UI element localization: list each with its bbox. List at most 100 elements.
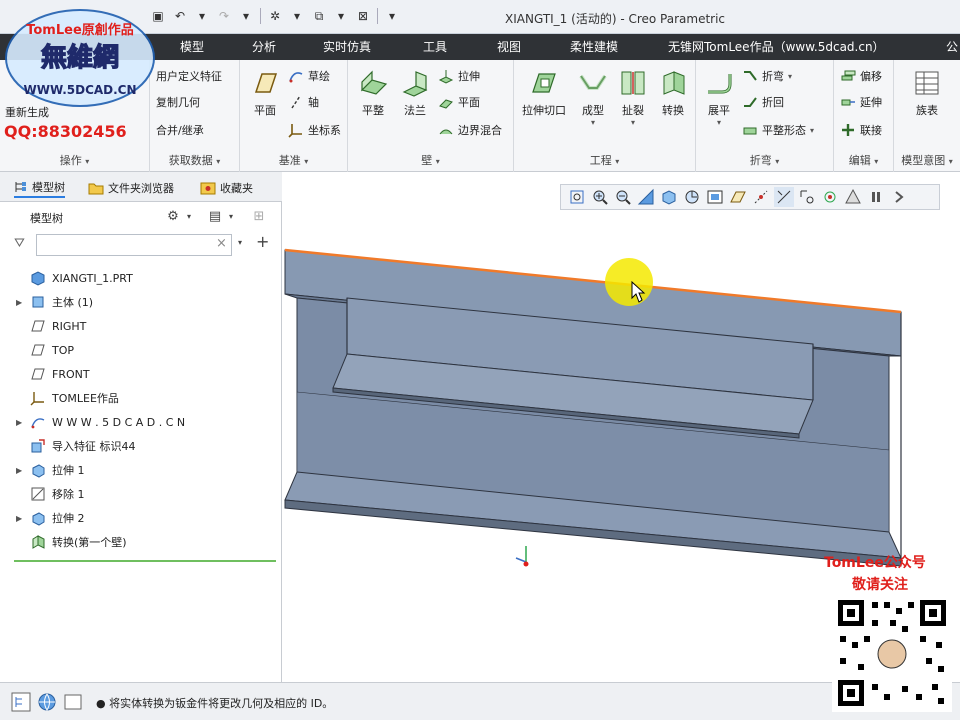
tree-item-import-feature[interactable]: 导入特征 标识44 [16,436,136,456]
tree-item-top-plane[interactable]: TOP [16,340,74,360]
windows-icon[interactable]: ⧉ [311,8,327,24]
point-display-icon[interactable] [843,187,863,207]
udf-button[interactable]: 用户定义特征 [156,66,222,86]
family-table-button[interactable]: 族表 [904,68,950,118]
full-screen-icon[interactable] [62,691,84,713]
tab-more[interactable]: 公 [946,34,958,60]
tree-item-sketch[interactable]: ▶ W W W . 5 D C A D . C N [16,412,185,432]
close-window-icon[interactable]: ⊠ [355,8,371,24]
tree-item-extrude-2[interactable]: ▶ 拉伸 2 [16,508,85,528]
annotation-display-icon[interactable] [774,187,794,207]
expander[interactable]: ▶ [16,418,24,427]
perspective-icon[interactable] [728,187,748,207]
group-label-wall[interactable]: 壁 ▾ [348,152,513,168]
add-filter-icon[interactable]: + [256,232,269,251]
more-tools-icon[interactable] [889,187,909,207]
bend-label: 折弯 [762,70,784,83]
undo-dropdown-icon[interactable]: ▾ [194,8,210,24]
planar-wall-button[interactable]: 平整 [350,68,396,118]
spin-center-icon[interactable] [797,187,817,207]
repaint-icon[interactable] [636,187,656,207]
tree-item-front-plane[interactable]: FRONT [16,364,90,384]
tab-flexible-modeling[interactable]: 柔性建模 [570,34,618,60]
convert-icon [32,535,45,549]
clear-search-icon[interactable]: × [216,236,227,251]
tab-favorites[interactable]: 收藏夹 [200,178,253,198]
tab-view[interactable]: 视图 [497,34,521,60]
group-label-get-data[interactable]: 获取数据 ▾ [150,152,239,168]
flange-button[interactable]: 法兰 [392,68,438,118]
regenerate-dropdown-icon[interactable]: ▾ [289,8,305,24]
customize-qat-icon[interactable]: ▾ [384,8,400,24]
tree-columns-dropdown-icon[interactable]: ▾ [222,208,240,226]
watermark-logo: TomLee原創作品 無維網 WWW.5DCAD.CN [5,9,155,107]
expander[interactable]: ▶ [16,514,24,523]
copy-geometry-button[interactable]: 复制几何 [156,92,200,112]
merge-inherit-button[interactable]: 合并/继承 [156,120,204,140]
tab-model-tree[interactable]: 模型树 [14,178,65,198]
extrude-wall-button[interactable]: 拉伸 [438,66,480,86]
convert-button[interactable]: 转换 [650,68,696,118]
sketch-button[interactable]: 草绘 [288,66,330,86]
tree-item-right-plane[interactable]: RIGHT [16,316,86,336]
boundary-blend-button[interactable]: 边界混合 [438,120,502,140]
group-label-bend[interactable]: 折弯 ▾ [696,152,833,168]
filter-dropdown-icon[interactable]: ▾ [238,238,242,247]
saved-orientations-icon[interactable] [682,187,702,207]
show-navigator-icon[interactable] [10,691,32,713]
tab-live-simulation[interactable]: 实时仿真 [323,34,371,60]
join-button[interactable]: 联接 [840,120,882,140]
datum-plane-button[interactable]: 平面 [242,68,288,118]
redo-dropdown-icon[interactable]: ▾ [238,8,254,24]
expander[interactable]: ▶ [16,466,24,475]
windows-dropdown-icon[interactable]: ▾ [333,8,349,24]
coordinate-system-button[interactable]: 坐标系 [288,120,341,140]
axis-button[interactable]: 轴 [288,92,319,112]
browser-icon[interactable] [36,691,58,713]
zoom-out-icon[interactable] [613,187,633,207]
tab-model[interactable]: 模型 [180,34,204,60]
tab-analysis[interactable]: 分析 [252,34,276,60]
group-label-model-intent[interactable]: 模型意图 ▾ [894,152,960,168]
tab-tomlee-works[interactable]: 无锥网TomLee作品（www.5dcad.cn） [668,34,885,60]
regenerate-icon[interactable]: ✲ [267,8,283,24]
body-icon [32,296,44,308]
flat-wall-button[interactable]: 平面 [438,92,480,112]
view-manager-icon[interactable] [705,187,725,207]
tree-item-csys[interactable]: TOMLEE作品 [16,388,119,408]
tree-search-input[interactable] [36,234,232,256]
display-style-icon[interactable] [659,187,679,207]
tree-expand-icon[interactable]: ⊞ [250,208,268,226]
group-label-datum[interactable]: 基准 ▾ [240,152,347,168]
undo-icon[interactable]: ↶ [172,8,188,24]
unbend-button[interactable]: 展平 ▾ [696,68,742,127]
tree-item-remove-1[interactable]: 移除 1 [16,484,85,504]
tree-item-extrude-1[interactable]: ▶ 拉伸 1 [16,460,85,480]
flat-pattern-button[interactable]: 平整形态 ▾ [742,120,814,140]
group-label-engineering[interactable]: 工程 ▾ [514,152,695,168]
bend-back-button[interactable]: 折回 [742,92,784,112]
convert-label: 转换 [662,104,684,117]
tree-item-part[interactable]: XIANGTI_1.PRT [16,268,133,288]
expander[interactable]: ▶ [16,298,24,307]
refit-icon[interactable] [567,187,587,207]
group-label-operations[interactable]: 操作 ▾ [0,152,149,168]
pause-icon[interactable] [866,187,886,207]
group-label-edit[interactable]: 编辑 ▾ [834,152,893,168]
filter-icon[interactable]: ⛛ [14,236,25,251]
redo-icon[interactable]: ↷ [216,8,232,24]
tree-item-body[interactable]: ▶ 主体 (1) [16,292,93,312]
csys-display-icon[interactable] [820,187,840,207]
tab-folder-browser[interactable]: 文件夹浏览器 [88,178,174,198]
extend-button[interactable]: 延伸 [840,92,882,112]
offset-button[interactable]: 偏移 [840,66,882,86]
zoom-in-icon[interactable] [590,187,610,207]
extrude-cut-button[interactable]: 拉伸切口 [518,68,570,118]
bend-button[interactable]: 折弯 ▾ [742,66,792,86]
copy-geometry-label: 复制几何 [156,96,200,109]
tree-settings-dropdown-icon[interactable]: ▾ [180,208,198,226]
datum-display-icon[interactable] [751,187,771,207]
tree-item-convert[interactable]: 转换(第一个壁) [16,532,127,552]
tab-tools[interactable]: 工具 [423,34,447,60]
insert-here-marker[interactable] [14,560,276,562]
